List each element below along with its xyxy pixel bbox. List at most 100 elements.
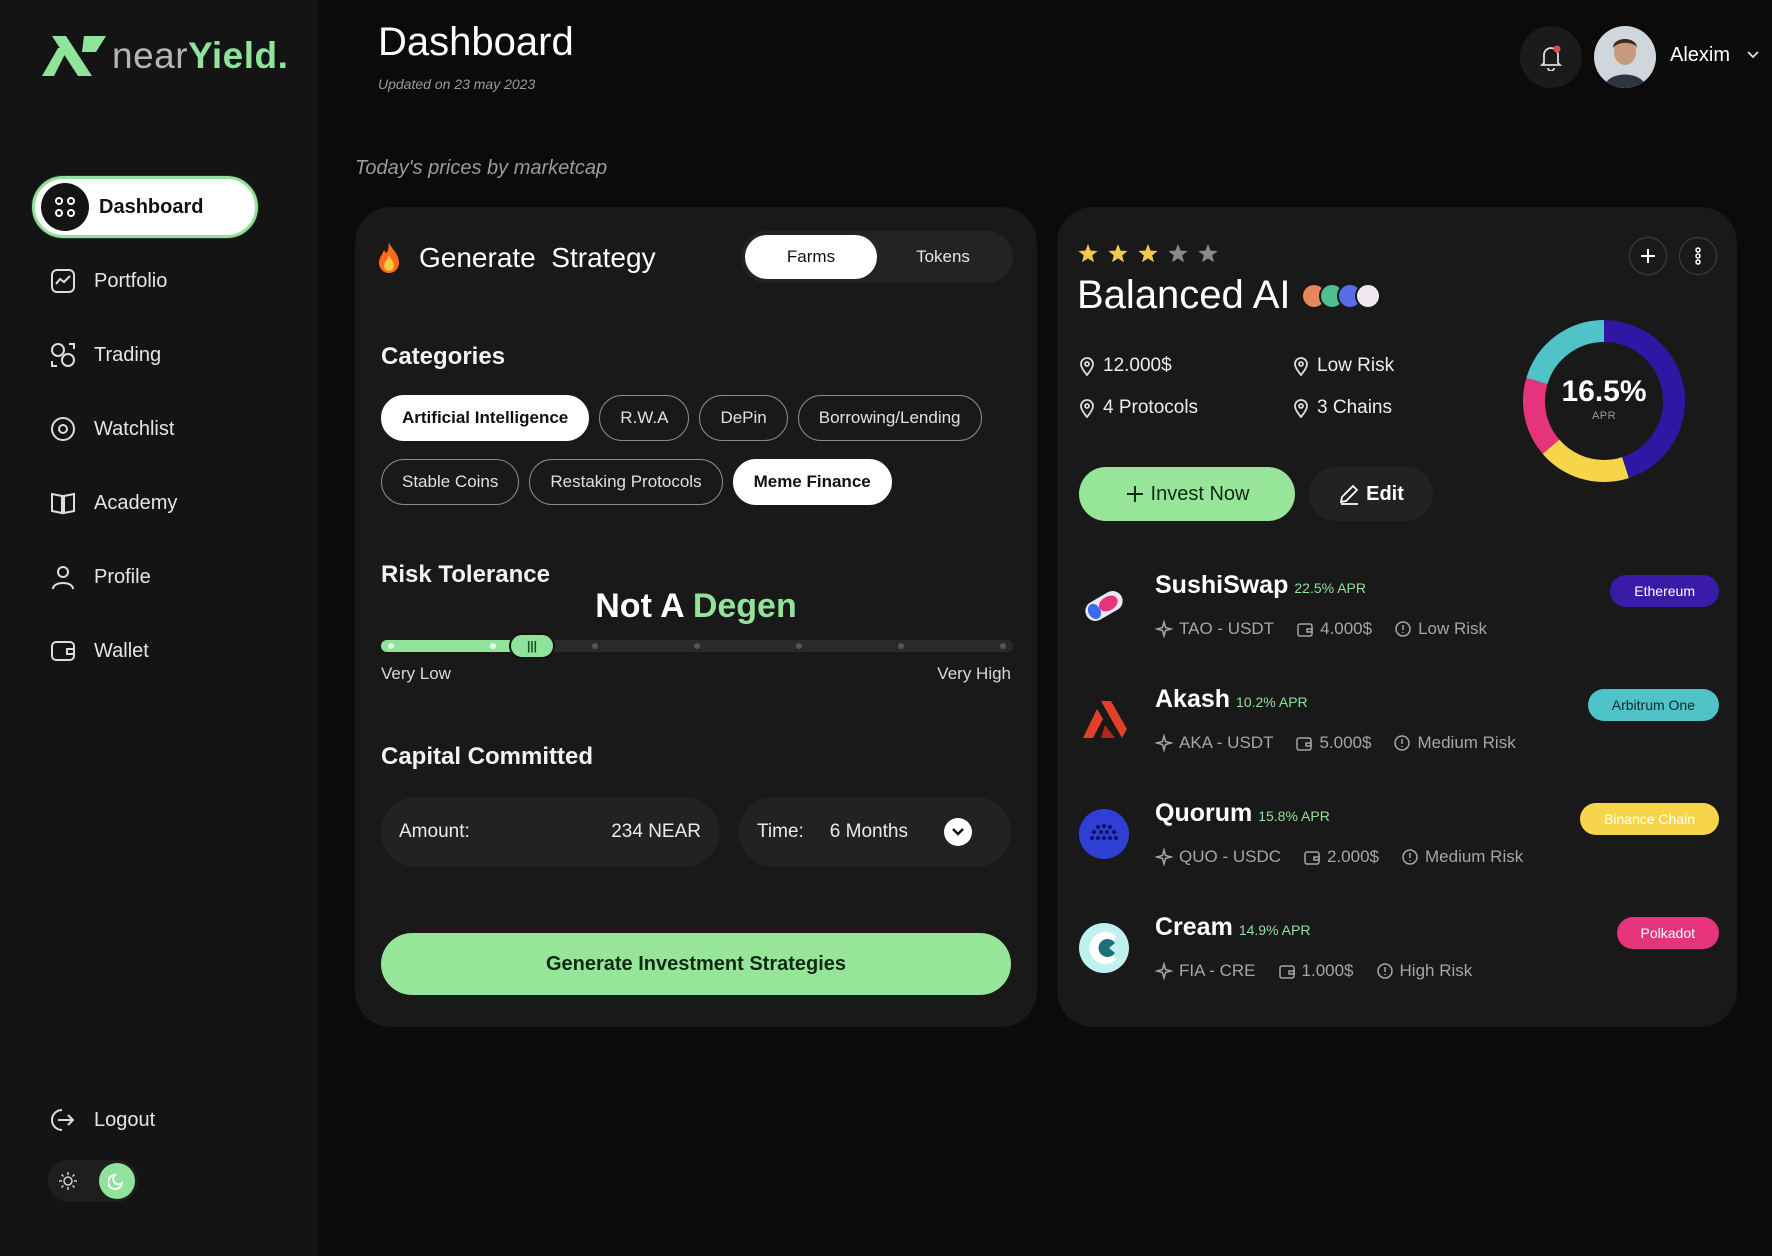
chip-stable-coins[interactable]: Stable Coins <box>381 459 520 505</box>
protocol-name: SushiSwap 22.5% APR <box>1155 571 1366 600</box>
risk-slider-handle[interactable]: ||| <box>509 633 555 659</box>
chip-depin[interactable]: DePin <box>699 395 788 441</box>
risk-step-dot[interactable] <box>694 643 700 649</box>
page-title: Dashboard <box>378 20 574 64</box>
info-icon <box>1376 963 1393 979</box>
add-button[interactable] <box>1629 237 1667 275</box>
sparkle-icon <box>1155 620 1173 638</box>
protocol-apr: 10.2% APR <box>1236 694 1308 710</box>
nav-item-profile[interactable]: Profile <box>32 546 292 608</box>
nav-item-wallet[interactable]: Wallet <box>32 620 292 682</box>
protocol-amount: 4.000$ <box>1296 619 1372 639</box>
protocol-risk-text: Medium Risk <box>1425 847 1524 866</box>
strategy-name: Balanced AI <box>1077 273 1381 318</box>
section-subtitle: Today's prices by marketcap <box>355 157 608 179</box>
logout-button[interactable]: Logout <box>48 1106 155 1134</box>
notification-button[interactable] <box>1520 26 1582 88</box>
protocol-risk: Low Risk <box>1394 619 1487 639</box>
tab-tokens[interactable]: Tokens <box>877 235 1009 279</box>
star-empty-icon <box>1198 244 1218 263</box>
risk-level-prefix: Not A <box>595 587 693 625</box>
protocol-meta: FIA - CRE 1.000$ High Risk <box>1155 961 1472 981</box>
location-pin-icon <box>1294 357 1308 376</box>
protocol-risk-text: High Risk <box>1399 961 1473 980</box>
sidebar: nearYield. Dashboard Portfolio Trading W… <box>0 0 318 1256</box>
more-options-button[interactable] <box>1679 237 1717 275</box>
token-logo-icon <box>1354 282 1381 309</box>
eye-icon <box>48 414 78 444</box>
risk-step-dot[interactable] <box>592 643 598 649</box>
theme-toggle[interactable] <box>48 1160 138 1202</box>
risk-step-dot[interactable] <box>1000 643 1006 649</box>
logout-icon <box>48 1106 76 1134</box>
sparkle-icon <box>1155 734 1173 752</box>
apr-value: 16.5% <box>1561 375 1647 408</box>
time-value[interactable]: 6 Months <box>830 821 908 843</box>
akash-logo-icon <box>1079 695 1129 745</box>
logout-label: Logout <box>94 1108 156 1131</box>
protocol-pair-text: AKA - USDT <box>1179 733 1274 752</box>
nav-item-academy[interactable]: Academy <box>32 472 292 534</box>
nav-item-dashboard[interactable]: Dashboard <box>32 176 258 238</box>
sun-icon[interactable] <box>58 1171 78 1191</box>
risk-step-dot[interactable] <box>898 643 904 649</box>
protocol-amount-text: 5.000$ <box>1319 733 1372 752</box>
tab-farms[interactable]: Farms <box>745 235 877 279</box>
risk-step-dot[interactable] <box>388 643 394 649</box>
protocol-row[interactable]: SushiSwap 22.5% APR TAO - USDT 4.000$ Low… <box>1079 563 1719 659</box>
time-select[interactable]: Time: 6 Months <box>739 797 1011 867</box>
amount-value[interactable]: 234 NEAR <box>611 821 701 843</box>
protocol-meta: AKA - USDT 5.000$ Medium Risk <box>1155 733 1516 753</box>
brand-logo[interactable]: nearYield. <box>40 34 288 78</box>
protocol-amount: 2.000$ <box>1303 847 1379 867</box>
stat-amount: 12.000$ <box>1079 355 1172 377</box>
protocol-name-text: Akash <box>1155 685 1231 713</box>
protocol-row[interactable]: Cream 14.9% APR FIA - CRE 1.000$ High Ris… <box>1079 905 1719 1001</box>
stat-chains: 3 Chains <box>1293 397 1392 419</box>
chip-rwa[interactable]: R.W.A <box>599 395 690 441</box>
star-filled-icon <box>1138 244 1158 263</box>
chip-restaking-protocols[interactable]: Restaking Protocols <box>529 459 723 505</box>
token-logos <box>1300 282 1381 309</box>
chevron-down-icon[interactable] <box>1746 50 1760 60</box>
risk-step-dot[interactable] <box>490 643 496 649</box>
moon-icon[interactable] <box>99 1163 135 1199</box>
amount-field[interactable]: Amount: 234 NEAR <box>381 797 719 867</box>
protocol-row[interactable]: Quorum 15.8% APR QUO - USDC 2.000$ Medium… <box>1079 791 1719 887</box>
nav-label: Watchlist <box>94 417 175 440</box>
nav-item-trading[interactable]: Trading <box>32 324 292 386</box>
pencil-icon <box>1339 484 1359 505</box>
strategy-name-text: Balanced AI <box>1077 273 1291 317</box>
protocol-pair-text: QUO - USDC <box>1179 847 1281 866</box>
avatar[interactable] <box>1594 26 1656 88</box>
stat-protocols-value: 4 Protocols <box>1103 397 1199 418</box>
nav-item-portfolio[interactable]: Portfolio <box>32 250 292 312</box>
chip-borrowing-lending[interactable]: Borrowing/Lending <box>797 395 982 441</box>
chip-artificial-intelligence[interactable]: Artificial Intelligence <box>381 395 590 441</box>
location-pin-icon <box>1294 399 1308 418</box>
protocol-pair: TAO - USDT <box>1155 619 1274 639</box>
protocol-meta: QUO - USDC 2.000$ Medium Risk <box>1155 847 1523 867</box>
invest-now-button[interactable]: Invest Now <box>1079 467 1295 521</box>
protocol-amount-text: 4.000$ <box>1320 619 1373 638</box>
risk-max-label: Very High <box>937 664 1011 683</box>
protocol-row[interactable]: Akash 10.2% APR AKA - USDT 5.000$ Medium … <box>1079 677 1719 773</box>
nav-item-watchlist[interactable]: Watchlist <box>32 398 292 460</box>
user-name[interactable]: Alexim <box>1670 44 1730 67</box>
edit-button[interactable]: Edit <box>1309 467 1433 521</box>
protocol-apr: 22.5% APR <box>1294 580 1366 596</box>
risk-step-dot[interactable] <box>796 643 802 649</box>
chip-meme-finance[interactable]: Meme Finance <box>732 459 892 505</box>
generate-strategies-button[interactable]: Generate Investment Strategies <box>381 933 1011 995</box>
apr-label: APR <box>1591 410 1617 422</box>
invest-now-label: Invest Now <box>1150 482 1250 505</box>
chevron-down-icon[interactable] <box>943 818 972 846</box>
sushi-logo-icon <box>1079 581 1129 631</box>
protocol-pair: AKA - USDT <box>1155 733 1273 753</box>
capital-committed-title: Capital Committed <box>381 743 594 770</box>
protocol-meta: TAO - USDT 4.000$ Low Risk <box>1155 619 1487 639</box>
protocol-name-text: Cream <box>1155 913 1233 941</box>
risk-slider-track[interactable] <box>381 640 1013 652</box>
brand-yield: Yield. <box>188 35 289 76</box>
farms-tokens-toggle: Farms Tokens <box>741 231 1013 283</box>
